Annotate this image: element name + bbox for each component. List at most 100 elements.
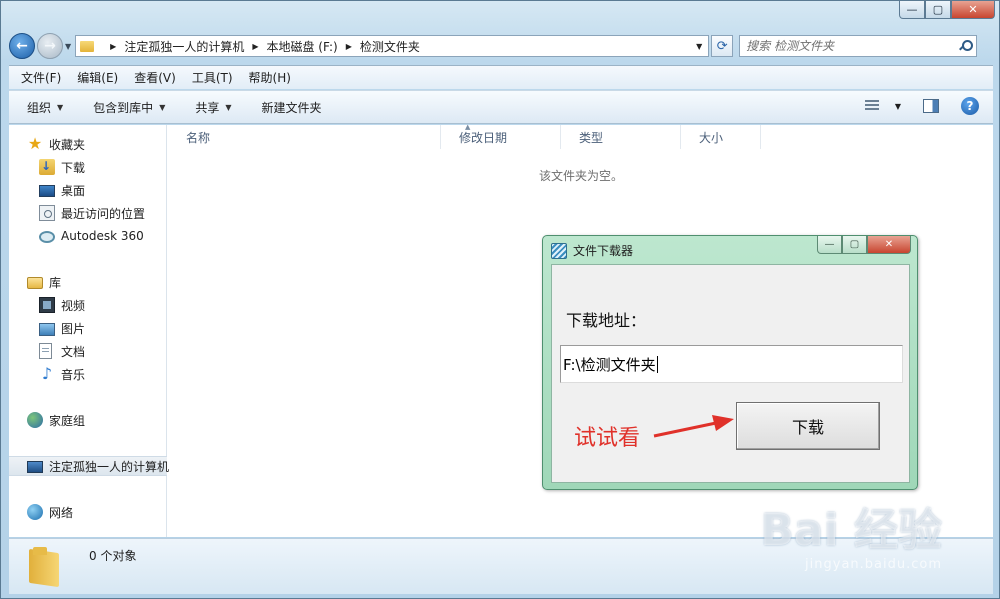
computer-icon xyxy=(27,460,43,473)
preview-pane-icon[interactable] xyxy=(923,99,939,113)
chevron-down-icon: ▼ xyxy=(225,102,232,112)
nav-computer[interactable]: 注定孤独一人的计算机 xyxy=(9,456,170,476)
dialog-title: 文件下载器 xyxy=(573,244,634,258)
nav-recent[interactable]: 最近访问的位置 xyxy=(39,203,145,223)
recent-places-icon xyxy=(39,205,55,221)
menu-bar: 文件(F) 编辑(E) 查看(V) 工具(T) 帮助(H) xyxy=(9,65,993,89)
folder-icon xyxy=(80,40,95,52)
search-box[interactable] xyxy=(739,35,978,57)
nav-label: 下载 xyxy=(61,160,86,175)
close-button[interactable]: ✕ xyxy=(951,1,995,19)
address-row: ← → ▼ ▶ 注定孤独一人的计算机 ▶ 本地磁盘 (F:) ▶ 检测文件夹 ▼… xyxy=(9,31,993,61)
nav-label: 注定孤独一人的计算机 xyxy=(49,459,170,474)
forward-button[interactable]: → xyxy=(37,33,63,59)
menu-edit[interactable]: 编辑(E) xyxy=(77,69,118,86)
music-icon: ♪ xyxy=(41,364,53,383)
command-bar: 组织 ▼ 包含到库中 ▼ 共享 ▼ 新建文件夹 ▼ ? xyxy=(9,90,993,124)
nav-music[interactable]: ♪ 音乐 xyxy=(39,364,85,384)
dialog-titlebar: 文件下载器 xyxy=(551,242,633,259)
search-input[interactable] xyxy=(746,39,952,53)
pictures-icon xyxy=(39,322,55,336)
column-name[interactable]: 名称 xyxy=(168,125,441,149)
nav-label: 网络 xyxy=(49,505,74,520)
annotation-arrow xyxy=(653,415,734,438)
dialog-close-button[interactable]: ✕ xyxy=(867,236,911,254)
homegroup-icon xyxy=(27,412,43,428)
menu-help[interactable]: 帮助(H) xyxy=(249,69,291,86)
dialog-minimize-button[interactable]: — xyxy=(817,236,842,254)
text-caret xyxy=(656,355,658,373)
chevron-right-icon[interactable]: ▶ xyxy=(252,42,258,51)
nav-homegroup[interactable]: 家庭组 xyxy=(27,410,85,430)
menu-tools[interactable]: 工具(T) xyxy=(192,69,233,86)
include-label: 包含到库中 xyxy=(93,100,154,115)
empty-folder-message: 该文件夹为空。 xyxy=(539,169,624,183)
address-bar[interactable]: ▶ 注定孤独一人的计算机 ▶ 本地磁盘 (F:) ▶ 检测文件夹 ▼ xyxy=(75,35,710,57)
column-size[interactable]: 大小 xyxy=(681,125,761,149)
chevron-down-icon[interactable]: ▼ xyxy=(690,42,708,51)
history-dropdown-icon[interactable]: ▼ xyxy=(65,42,71,51)
window-caption-buttons: — ▢ ✕ xyxy=(899,1,995,19)
autodesk-icon xyxy=(39,231,55,243)
share-button[interactable]: 共享 ▼ xyxy=(195,99,231,116)
chevron-right-icon[interactable]: ▶ xyxy=(346,42,352,51)
item-count: 0 个对象 xyxy=(89,549,137,563)
chevron-down-icon[interactable]: ▼ xyxy=(895,102,901,111)
new-folder-label: 新建文件夹 xyxy=(261,100,322,115)
new-folder-button[interactable]: 新建文件夹 xyxy=(262,99,322,116)
share-label: 共享 xyxy=(195,100,220,115)
nav-label: 音乐 xyxy=(61,367,86,382)
view-controls: ▼ ? xyxy=(864,97,979,115)
minimize-button[interactable]: — xyxy=(899,1,925,19)
menu-file[interactable]: 文件(F) xyxy=(21,69,61,86)
network-icon xyxy=(27,504,43,520)
dialog-maximize-button[interactable]: ▢ xyxy=(842,236,867,254)
menu-view[interactable]: 查看(V) xyxy=(134,69,176,86)
nav-label: 文档 xyxy=(61,344,86,359)
nav-label: 图片 xyxy=(61,321,86,336)
nav-label: 最近访问的位置 xyxy=(61,206,146,221)
download-address-input[interactable]: F:\检测文件夹 xyxy=(560,345,903,383)
organize-label: 组织 xyxy=(27,100,52,115)
nav-favorites[interactable]: ★ 收藏夹 xyxy=(27,134,85,154)
nav-network[interactable]: 网络 xyxy=(27,502,73,522)
document-icon xyxy=(39,343,52,359)
dialog-caption-buttons: — ▢ ✕ xyxy=(817,236,911,254)
nav-libraries[interactable]: 库 xyxy=(27,272,61,292)
include-in-library-button[interactable]: 包含到库中 ▼ xyxy=(93,99,165,116)
nav-downloads[interactable]: 下载 xyxy=(39,157,85,177)
download-button[interactable]: 下载 xyxy=(736,402,880,450)
breadcrumb-computer[interactable]: 注定孤独一人的计算机 xyxy=(124,38,244,55)
nav-label: 桌面 xyxy=(61,183,86,198)
nav-desktop[interactable]: 桌面 xyxy=(39,180,85,200)
folder-icon xyxy=(29,545,67,585)
nav-label: Autodesk 360 xyxy=(61,229,144,243)
maximize-button[interactable]: ▢ xyxy=(925,1,951,19)
view-mode-icon[interactable] xyxy=(864,100,879,112)
breadcrumb-drive[interactable]: 本地磁盘 (F:) xyxy=(266,38,337,55)
organize-button[interactable]: 组织 ▼ xyxy=(27,99,63,116)
search-icon[interactable] xyxy=(959,40,974,52)
nav-label: 库 xyxy=(49,275,62,290)
nav-autodesk[interactable]: Autodesk 360 xyxy=(39,226,144,246)
nav-pictures[interactable]: 图片 xyxy=(39,318,85,338)
navigation-pane: ★收藏夹 下载 桌面 最近访问的位置 Autodesk 360 库 视频 图片 … xyxy=(9,125,170,537)
input-value: F:\检测文件夹 xyxy=(563,355,656,374)
nav-documents[interactable]: 文档 xyxy=(39,341,85,361)
star-icon: ★ xyxy=(27,134,43,153)
column-type[interactable]: 类型 xyxy=(561,125,681,149)
column-date-modified[interactable]: 修改日期 xyxy=(441,125,561,149)
refresh-button[interactable]: ⟳ xyxy=(711,35,734,57)
desktop-icon xyxy=(39,185,55,197)
nav-videos[interactable]: 视频 xyxy=(39,295,85,315)
chevron-right-icon[interactable]: ▶ xyxy=(110,42,116,51)
watermark-url: jingyan.baidu.com xyxy=(805,557,942,572)
breadcrumb-folder[interactable]: 检测文件夹 xyxy=(360,38,420,55)
chevron-down-icon: ▼ xyxy=(57,102,64,112)
help-icon[interactable]: ? xyxy=(961,97,979,115)
back-button[interactable]: ← xyxy=(9,33,35,59)
app-icon xyxy=(551,242,567,259)
download-address-label: 下载地址： xyxy=(566,311,647,330)
annotation-text: 试试看 xyxy=(574,426,641,451)
chevron-down-icon: ▼ xyxy=(159,102,166,112)
